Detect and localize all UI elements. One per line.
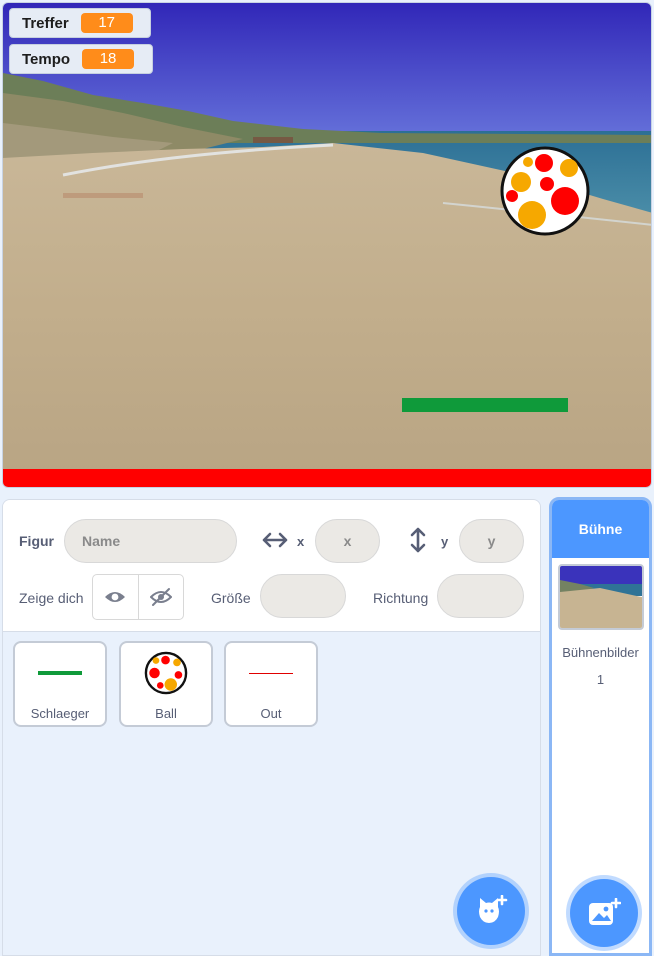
y-input[interactable]: y [459, 519, 524, 563]
direction-input[interactable] [437, 574, 524, 618]
sprite-name: Schlaeger [30, 706, 90, 721]
eye-slash-icon [149, 588, 172, 606]
y-placeholder: y [487, 533, 496, 549]
sprite-name: Ball [155, 706, 177, 721]
sprite-name-input[interactable]: Name [64, 519, 237, 563]
sprite-thumbnail [121, 649, 211, 697]
sprite-tile-out[interactable]: Out [224, 641, 318, 727]
show-label: Zeige dich [19, 590, 84, 606]
beach-backdrop [3, 3, 651, 473]
x-label: x [297, 534, 305, 549]
sprite-name: Out [260, 706, 282, 721]
ball-thumbnail [144, 651, 188, 695]
sprite-info: Figur Name x x y y Zeige dich Größe Rich… [3, 500, 540, 632]
size-input[interactable] [260, 574, 346, 618]
monitor-treffer[interactable]: Treffer 17 [9, 8, 151, 38]
paddle-sprite[interactable] [402, 398, 568, 412]
out-line-sprite [3, 469, 651, 487]
sprite-thumbnail [15, 649, 105, 697]
add-sprite-button[interactable] [457, 877, 525, 945]
visibility-toggle [92, 574, 184, 620]
monitor-label: Treffer [22, 14, 69, 32]
x-input[interactable]: x [315, 519, 380, 563]
monitor-value: 18 [82, 49, 135, 69]
y-label: y [441, 534, 449, 549]
size-label: Größe [211, 590, 251, 606]
x-arrow-icon [262, 532, 288, 548]
figur-label: Figur [19, 533, 54, 549]
out-thumbnail [249, 672, 293, 674]
show-button[interactable] [93, 575, 139, 619]
cat-plus-icon [479, 895, 508, 923]
sprite-tile-schlaeger[interactable]: Schlaeger [13, 641, 107, 727]
sprite-tile-ball[interactable]: Ball [119, 641, 213, 727]
ball-sprite[interactable] [499, 145, 591, 237]
direction-label: Richtung [373, 590, 429, 606]
monitor-label: Tempo [22, 50, 71, 68]
eye-icon [105, 592, 126, 602]
stage-pane-title: Bühne [552, 500, 649, 558]
hide-button[interactable] [139, 575, 184, 619]
x-placeholder: x [343, 533, 352, 549]
backdrops-label: Bühnenbilder [562, 645, 639, 660]
backdrop-thumbnail-image [560, 566, 642, 628]
monitor-tempo[interactable]: Tempo 18 [9, 44, 153, 74]
backdrop-thumbnail[interactable] [558, 564, 644, 630]
stage-target-pane[interactable]: Bühne Bühnenbilder 1 [549, 497, 652, 956]
sprite-thumbnail [226, 649, 316, 697]
sprite-pane: Figur Name x x y y Zeige dich Größe Rich… [2, 499, 541, 956]
stage[interactable]: Treffer 17 Tempo 18 [2, 2, 652, 488]
add-backdrop-button[interactable] [570, 879, 638, 947]
monitor-value: 17 [80, 13, 133, 33]
sprite-name-placeholder: Name [82, 533, 121, 549]
paddle-thumbnail [38, 671, 82, 675]
image-plus-icon [589, 898, 621, 925]
y-arrow-icon [410, 527, 426, 553]
backdrops-count: 1 [596, 672, 605, 687]
